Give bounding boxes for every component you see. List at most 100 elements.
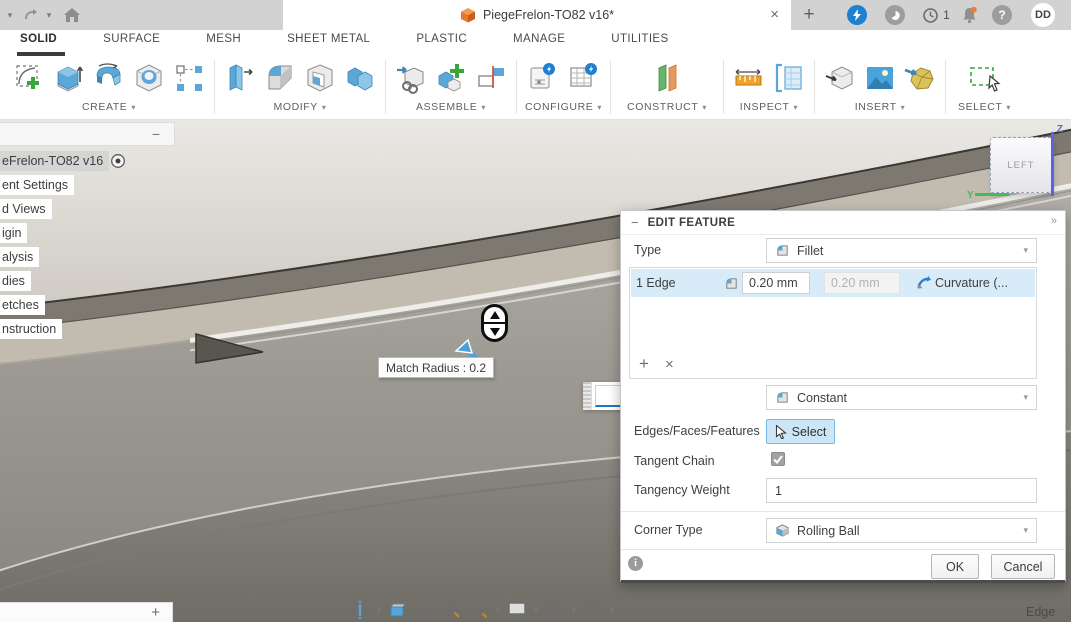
tangency-weight-input[interactable]: 1 [766, 478, 1037, 503]
notifications-bell-icon[interactable] [958, 0, 980, 30]
viewports-menu-caret[interactable]: ▾ [610, 606, 614, 615]
browser-item-document-settings[interactable]: ent Settings [0, 175, 74, 195]
rectangular-pattern-icon[interactable] [172, 59, 206, 97]
select-button[interactable]: Select [766, 419, 835, 444]
type-dropdown[interactable]: Fillet ▾ [766, 238, 1037, 263]
tab-mesh[interactable]: MESH [206, 33, 241, 55]
edge-radius-field[interactable]: 0.20 mm [742, 272, 810, 294]
orbit-tool-icon[interactable] [349, 599, 371, 621]
browser-item-document-root[interactable]: eFrelon-TO82 v16 [0, 151, 109, 171]
radius-type-dropdown[interactable]: Constant ▾ [766, 385, 1037, 410]
tangent-chain-checkbox[interactable] [771, 452, 785, 466]
job-status-icon[interactable] [884, 0, 906, 30]
radius-drag-handle[interactable] [481, 304, 508, 342]
undo-menu-caret[interactable]: ▾ [2, 0, 18, 30]
configuration-icon[interactable] [527, 59, 561, 97]
inspect-dropdown[interactable]: INSPECT▾ [740, 101, 798, 113]
tab-utilities[interactable]: UTILITIES [611, 33, 668, 55]
timeline-add-icon[interactable]: + [151, 604, 160, 621]
user-avatar[interactable]: DD [1030, 0, 1056, 30]
configuration-table-icon[interactable] [567, 59, 601, 97]
extrude-icon[interactable] [52, 59, 86, 97]
fillet-icon[interactable] [263, 59, 297, 97]
browser-item-named-views[interactable]: d Views [0, 199, 52, 219]
redo-icon[interactable] [22, 0, 42, 30]
create-sketch-icon[interactable] [12, 59, 46, 97]
help-icon[interactable]: ? [991, 0, 1013, 30]
pan-tool-icon[interactable] [414, 599, 436, 621]
look-at-tool-icon[interactable] [387, 599, 409, 621]
combine-icon[interactable] [343, 59, 377, 97]
tab-surface[interactable]: SURFACE [103, 33, 160, 55]
grid-settings-icon[interactable] [544, 599, 566, 621]
shell-icon[interactable] [303, 59, 337, 97]
remove-edge-icon[interactable]: × [665, 357, 674, 372]
redo-menu-caret[interactable]: ▾ [42, 0, 56, 30]
tab-sheet-metal[interactable]: SHEET METAL [287, 33, 370, 55]
ok-button[interactable]: OK [931, 554, 979, 579]
browser-item-sketches[interactable]: etches [0, 295, 45, 315]
view-cube[interactable]: LEFT Z Y [990, 137, 1052, 193]
construction-plane-icon[interactable] [650, 59, 684, 97]
extensions-icon[interactable] [846, 0, 868, 30]
insert-dropdown[interactable]: INSERT▾ [855, 101, 906, 113]
display-settings-icon[interactable] [506, 599, 528, 621]
tab-plastic[interactable]: PLASTIC [416, 33, 467, 55]
group-create: CREATE▾ [6, 56, 212, 118]
dialog-dock-icon[interactable]: » [1051, 215, 1057, 227]
window-zoom-tool-icon[interactable] [468, 599, 490, 621]
browser-item-origin[interactable]: igin [0, 223, 27, 243]
zoom-tool-icon[interactable] [441, 599, 463, 621]
display-menu-caret[interactable]: ▾ [534, 606, 538, 615]
select-dropdown[interactable]: SELECT▾ [958, 101, 1011, 113]
tangent-chain-label: Tangent Chain [634, 454, 715, 468]
history-clock-icon[interactable]: 1 [918, 0, 954, 30]
browser-item-bodies[interactable]: dies [0, 271, 31, 291]
new-tab-icon[interactable]: + [798, 0, 820, 30]
group-separator [945, 60, 946, 114]
revolve-icon[interactable] [92, 59, 126, 97]
info-icon[interactable]: i [628, 556, 643, 571]
tab-manage[interactable]: MANAGE [513, 33, 565, 55]
configure-dropdown[interactable]: CONFIGURE▾ [525, 101, 602, 113]
document-tab[interactable]: PiegeFrelon-TO82 v16* × [283, 0, 791, 30]
home-icon[interactable] [60, 0, 84, 30]
browser-item-analysis[interactable]: alysis [0, 247, 39, 267]
tab-close-icon[interactable]: × [770, 7, 779, 22]
insert-derive-icon[interactable] [823, 59, 857, 97]
section-analysis-icon[interactable] [772, 59, 806, 97]
navigation-toolbar: ▾ ▾ ▾ ▾ ▾ [349, 598, 615, 622]
grid-menu-caret[interactable]: ▾ [572, 606, 576, 615]
selection-status-hint: Edge [1026, 605, 1055, 619]
corner-type-dropdown[interactable]: Rolling Ball ▾ [766, 518, 1037, 543]
joint-origin-icon[interactable] [474, 59, 508, 97]
drag-up-arrow-icon [490, 311, 500, 319]
dialog-collapse-icon[interactable]: − [631, 215, 639, 230]
edge-row-selected[interactable]: 1 Edge 0.20 mm 0.20 mm Curvature (... [631, 269, 1035, 297]
hole-icon[interactable] [132, 59, 166, 97]
browser-item-construction[interactable]: nstruction [0, 319, 62, 339]
drag-down-arrow-icon [490, 328, 500, 336]
measure-icon[interactable] [732, 59, 766, 97]
insert-mesh-icon[interactable] [903, 59, 937, 97]
dialog-header[interactable]: − EDIT FEATURE » [621, 211, 1065, 235]
browser-minimize-icon[interactable]: − [152, 127, 160, 141]
viewports-icon[interactable] [582, 599, 604, 621]
construct-dropdown[interactable]: CONSTRUCT▾ [627, 101, 707, 113]
create-dropdown[interactable]: CREATE▾ [82, 101, 136, 113]
cancel-button[interactable]: Cancel [991, 554, 1055, 579]
add-edge-icon[interactable]: + [639, 355, 649, 372]
joint-icon[interactable] [434, 59, 468, 97]
orbit-menu-caret[interactable]: ▾ [377, 606, 381, 615]
new-component-icon[interactable] [394, 59, 428, 97]
window-zoom-menu-caret[interactable]: ▾ [496, 606, 500, 615]
widget-drag-grip[interactable] [583, 382, 592, 410]
canvas-icon[interactable] [863, 59, 897, 97]
select-window-icon[interactable] [968, 59, 1002, 97]
group-select: SELECT▾ [948, 56, 1021, 118]
modify-dropdown[interactable]: MODIFY▾ [273, 101, 326, 113]
press-pull-icon[interactable] [223, 59, 257, 97]
assemble-dropdown[interactable]: ASSEMBLE▾ [416, 101, 486, 113]
edge-selection-list[interactable]: 1 Edge 0.20 mm 0.20 mm Curvature (... + … [629, 267, 1037, 379]
visibility-icon[interactable] [110, 153, 126, 174]
